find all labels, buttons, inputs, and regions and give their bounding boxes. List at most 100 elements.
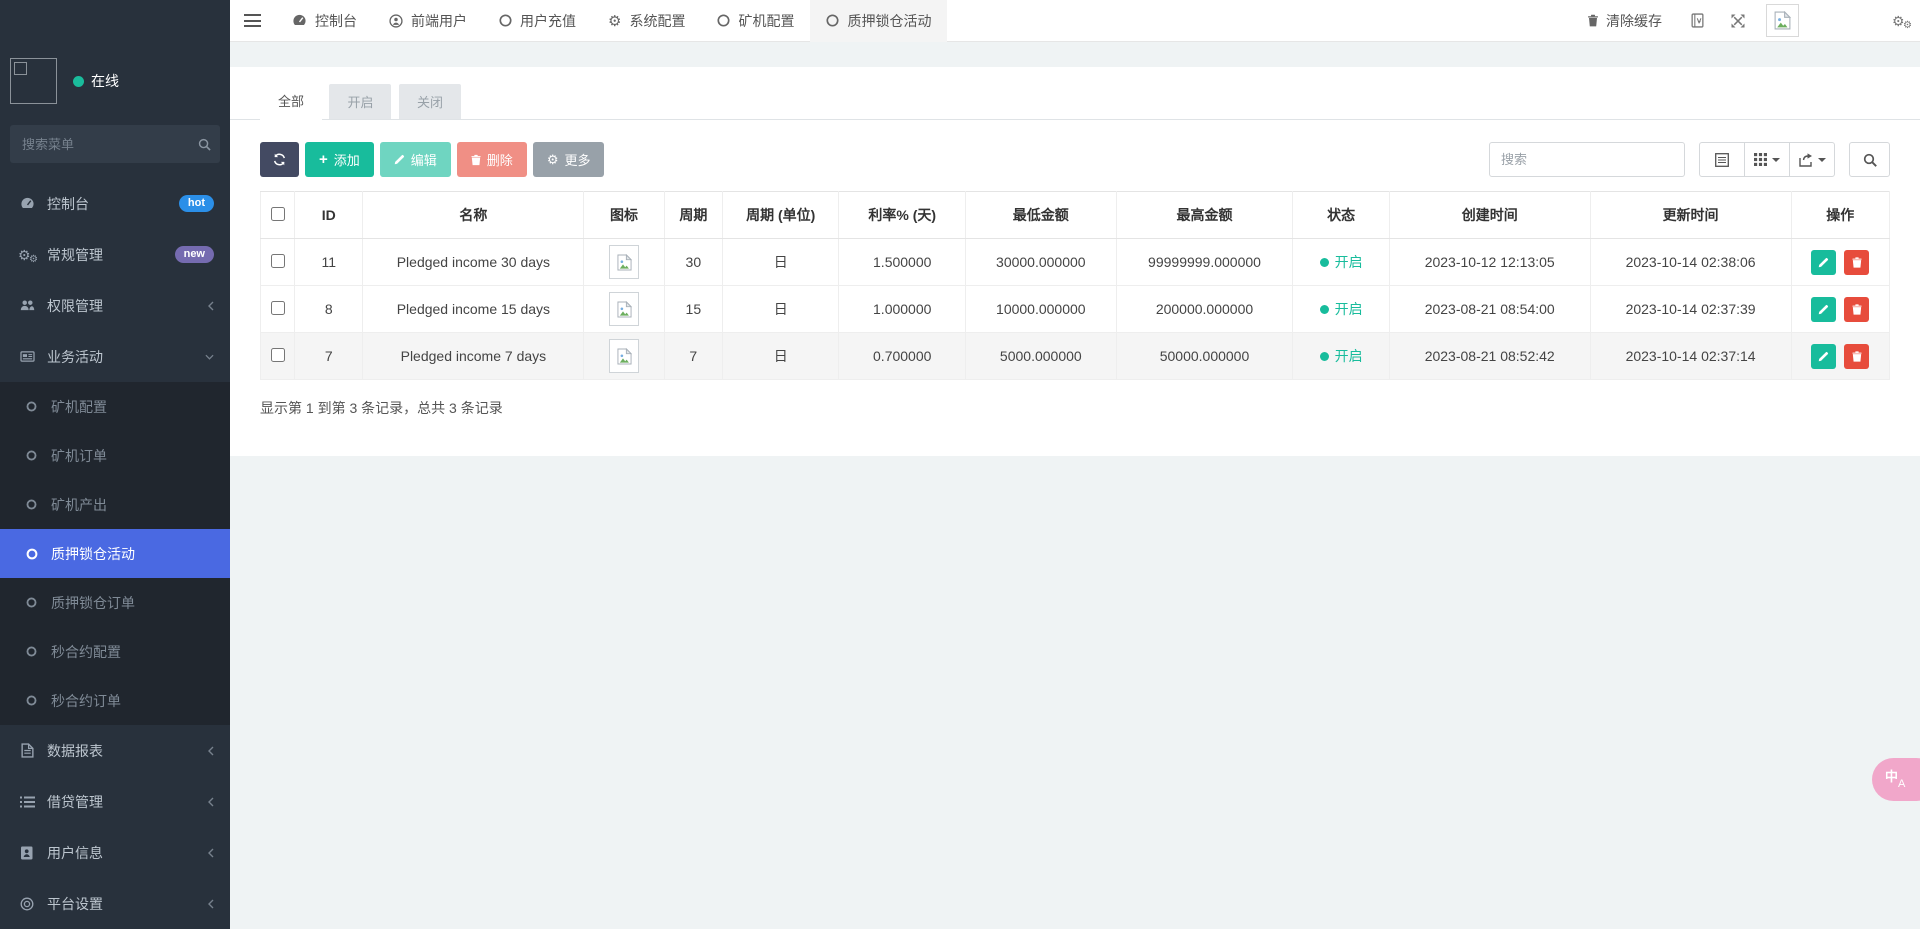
header-name[interactable]: 名称: [363, 192, 584, 239]
sidebar-item-label: 业务活动: [47, 347, 103, 367]
row-delete-button[interactable]: [1844, 250, 1869, 275]
sidebar-item-label: 用户信息: [47, 843, 103, 863]
sidebar-item-seconds-orders[interactable]: 秒合约订单: [0, 676, 230, 725]
refresh-button[interactable]: [260, 142, 299, 177]
row-delete-button[interactable]: [1844, 297, 1869, 322]
table-row: 8 Pledged income 15 days 15 日 1.000000 1…: [261, 286, 1890, 333]
row-delete-button[interactable]: [1844, 344, 1869, 369]
header-max-amount[interactable]: 最高金额: [1116, 192, 1293, 239]
cell-period: 15: [664, 286, 722, 333]
topbar-tab-dashboard[interactable]: 控制台: [276, 0, 373, 42]
row-edit-button[interactable]: [1811, 297, 1836, 322]
columns-dropdown-button[interactable]: [1744, 142, 1790, 177]
language-icon[interactable]: [1677, 0, 1718, 42]
header-id[interactable]: ID: [295, 192, 363, 239]
sidebar-item-general[interactable]: ⚙⚙ 常规管理 new: [0, 229, 230, 280]
header-period[interactable]: 周期: [664, 192, 722, 239]
chevron-left-icon: [208, 899, 214, 909]
cell-max-amount: 50000.000000: [1116, 333, 1293, 380]
cell-created: 2023-08-21 08:52:42: [1389, 333, 1590, 380]
admin-avatar[interactable]: [1766, 4, 1799, 37]
sidebar-item-label: 借贷管理: [47, 792, 103, 812]
sidebar-item-label: 秒合约配置: [51, 642, 121, 662]
header-updated[interactable]: 更新时间: [1590, 192, 1791, 239]
plus-icon: +: [319, 152, 328, 167]
more-button[interactable]: ⚙ 更多: [533, 142, 605, 177]
add-button[interactable]: + 添加: [305, 142, 374, 177]
sidebar-item-pledge-activity[interactable]: 质押锁仓活动: [0, 529, 230, 578]
sidebar-item-pledge-orders[interactable]: 质押锁仓订单: [0, 578, 230, 627]
sidebar-item-platform-settings[interactable]: 平台设置: [0, 878, 230, 929]
detail-view-button[interactable]: [1699, 142, 1745, 177]
sidebar-item-business[interactable]: 业务活动: [0, 331, 230, 382]
detail-view-icon: [1715, 153, 1729, 167]
header-created[interactable]: 创建时间: [1389, 192, 1590, 239]
row-edit-button[interactable]: [1811, 344, 1836, 369]
topbar-tab-frontend-users[interactable]: 前端用户: [373, 0, 483, 42]
row-checkbox[interactable]: [271, 301, 285, 315]
topbar-tab-system-config[interactable]: ⚙ 系统配置: [592, 0, 701, 42]
file-text-icon: [18, 743, 36, 758]
topbar-tab-label: 前端用户: [411, 11, 467, 31]
delete-button[interactable]: 删除: [457, 142, 527, 177]
sidebar-item-reports[interactable]: 数据报表: [0, 725, 230, 776]
sidebar-item-miner-output[interactable]: 矿机产出: [0, 480, 230, 529]
filter-tab-open[interactable]: 开启: [329, 84, 391, 119]
settings-gears-icon[interactable]: ⚙⚙: [1879, 0, 1920, 42]
cell-rate: 1.000000: [839, 286, 966, 333]
cell-period-unit: 日: [722, 239, 839, 286]
table-search-input[interactable]: [1489, 142, 1685, 177]
clear-cache-button[interactable]: 清除缓存: [1572, 11, 1677, 31]
row-checkbox[interactable]: [271, 254, 285, 268]
sidebar-item-label: 矿机配置: [51, 397, 107, 417]
edit-button[interactable]: 编辑: [380, 142, 451, 177]
header-min-amount[interactable]: 最低金额: [965, 192, 1116, 239]
gear-icon: ⚙: [547, 153, 559, 166]
sidebar-item-label: 控制台: [47, 194, 89, 214]
circle-icon: [25, 401, 38, 412]
header-period-unit[interactable]: 周期 (单位): [722, 192, 839, 239]
hot-badge: hot: [179, 195, 214, 212]
menu-search-input[interactable]: [22, 137, 198, 152]
sidebar-item-miner-config[interactable]: 矿机配置: [0, 382, 230, 431]
row-checkbox[interactable]: [271, 348, 285, 362]
select-all-checkbox[interactable]: [271, 207, 285, 221]
export-dropdown-button[interactable]: [1789, 142, 1835, 177]
cell-period-unit: 日: [722, 333, 839, 380]
fullscreen-icon[interactable]: [1718, 0, 1758, 42]
status-dot-icon: [1320, 305, 1329, 314]
circle-icon: [25, 548, 38, 560]
search-icon[interactable]: [198, 138, 211, 151]
sidebar-item-label: 质押锁仓订单: [51, 593, 135, 613]
topbar-tab-label: 系统配置: [629, 11, 685, 31]
list-icon: [18, 796, 36, 808]
user-avatar[interactable]: [10, 58, 57, 104]
sidebar-item-dashboard[interactable]: 控制台 hot: [0, 178, 230, 229]
table-toolbar: + 添加 编辑 删除 ⚙ 更多: [260, 142, 1890, 177]
sidebar-item-user-info[interactable]: 用户信息: [0, 827, 230, 878]
search-toggle-button[interactable]: [1849, 142, 1890, 177]
bullseye-icon: [18, 897, 36, 911]
sidebar-item-miner-orders[interactable]: 矿机订单: [0, 431, 230, 480]
filter-tab-closed[interactable]: 关闭: [399, 84, 461, 119]
header-icon[interactable]: 图标: [584, 192, 664, 239]
hamburger-icon: [244, 14, 261, 27]
translate-fab-button[interactable]: 中 A: [1872, 758, 1920, 801]
header-rate[interactable]: 利率% (天): [839, 192, 966, 239]
view-button-group: [1699, 142, 1835, 177]
sidebar-item-seconds-config[interactable]: 秒合约配置: [0, 627, 230, 676]
sidebar-item-label: 平台设置: [47, 894, 103, 914]
sidebar-toggle-button[interactable]: [230, 0, 276, 42]
pencil-icon: [1818, 304, 1829, 315]
filter-tab-all[interactable]: 全部: [260, 83, 322, 120]
sidebar-item-lending[interactable]: 借贷管理: [0, 776, 230, 827]
topbar-tab-pledge-activity[interactable]: 质押锁仓活动: [810, 0, 947, 42]
chevron-left-icon: [208, 746, 214, 756]
cell-name: Pledged income 15 days: [363, 286, 584, 333]
row-edit-button[interactable]: [1811, 250, 1836, 275]
sidebar-item-permissions[interactable]: 权限管理: [0, 280, 230, 331]
user-circle-icon: [389, 14, 403, 28]
topbar-tab-user-recharge[interactable]: 用户充值: [483, 0, 592, 42]
header-status[interactable]: 状态: [1293, 192, 1389, 239]
topbar-tab-miner-config[interactable]: 矿机配置: [701, 0, 810, 42]
